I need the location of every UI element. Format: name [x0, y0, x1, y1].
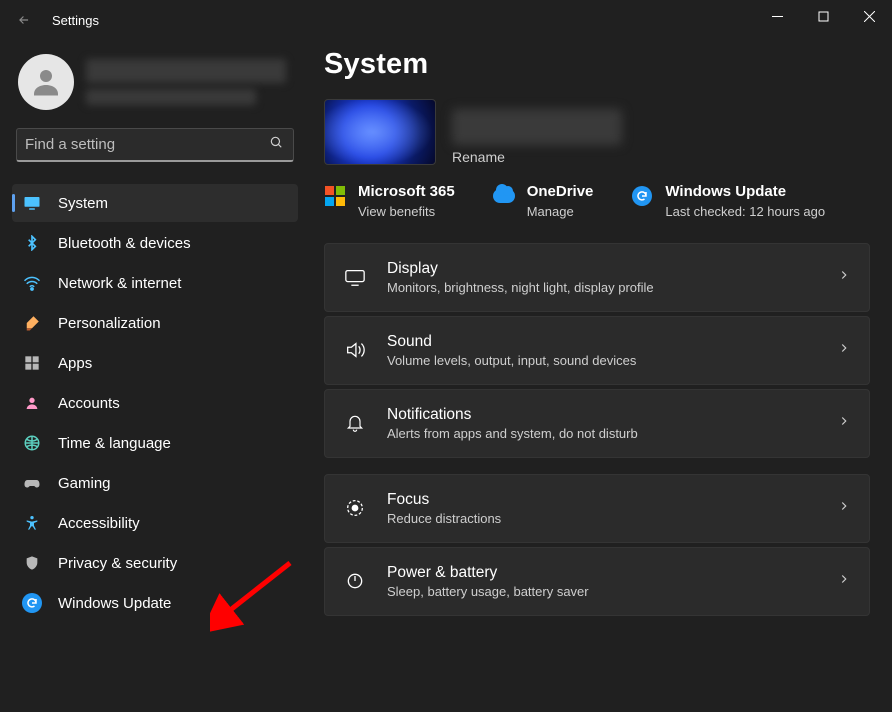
avatar	[18, 54, 74, 110]
sidebar-item-label: Personalization	[58, 315, 161, 332]
rename-link[interactable]: Rename	[452, 149, 622, 165]
sidebar-item-bluetooth[interactable]: Bluetooth & devices	[12, 224, 298, 262]
search-icon	[259, 135, 293, 154]
sidebar-item-label: Bluetooth & devices	[58, 235, 191, 252]
sidebar-item-apps[interactable]: Apps	[12, 344, 298, 382]
search-input[interactable]	[17, 136, 259, 153]
user-profile[interactable]	[0, 54, 310, 128]
search-box[interactable]	[16, 128, 294, 162]
focus-icon	[343, 496, 367, 520]
shield-icon	[22, 553, 42, 573]
card-sub: Reduce distractions	[387, 511, 817, 526]
device-name-redacted	[452, 109, 622, 145]
chevron-right-icon	[837, 341, 851, 360]
sidebar-item-windowsupdate[interactable]: Windows Update	[12, 584, 298, 622]
gamepad-icon	[22, 473, 42, 493]
sidebar-item-label: Gaming	[58, 475, 111, 492]
bell-icon	[343, 411, 367, 435]
sidebar-item-label: Apps	[58, 355, 92, 372]
update-icon	[22, 593, 42, 613]
apps-icon	[22, 353, 42, 373]
sidebar-item-accessibility[interactable]: Accessibility	[12, 504, 298, 542]
card-sub: Volume levels, output, input, sound devi…	[387, 353, 817, 368]
user-email-redacted	[86, 89, 256, 105]
sound-icon	[343, 338, 367, 362]
sidebar-item-gaming[interactable]: Gaming	[12, 464, 298, 502]
sidebar-item-privacy[interactable]: Privacy & security	[12, 544, 298, 582]
card-sub: Sleep, battery usage, battery saver	[387, 584, 817, 599]
sidebar-nav: System Bluetooth & devices Network & int…	[0, 178, 310, 622]
chevron-right-icon	[837, 572, 851, 591]
sidebar-item-network[interactable]: Network & internet	[12, 264, 298, 302]
minimize-button[interactable]	[754, 0, 800, 32]
card-title: Display	[387, 260, 817, 278]
quick-microsoft365[interactable]: Microsoft 365 View benefits	[324, 183, 455, 221]
maximize-button[interactable]	[800, 0, 846, 32]
bluetooth-icon	[22, 233, 42, 253]
onedrive-icon	[493, 185, 515, 207]
sidebar-item-time[interactable]: Time & language	[12, 424, 298, 462]
wifi-icon	[22, 273, 42, 293]
card-sub: Alerts from apps and system, do not dist…	[387, 426, 817, 441]
clock-globe-icon	[22, 433, 42, 453]
sidebar-item-label: Privacy & security	[58, 555, 177, 572]
sidebar-item-label: System	[58, 195, 108, 212]
sidebar-item-system[interactable]: System	[12, 184, 298, 222]
card-sound[interactable]: Sound Volume levels, output, input, soun…	[324, 316, 870, 385]
sidebar-item-label: Time & language	[58, 435, 171, 452]
user-name-redacted	[86, 59, 286, 83]
microsoft-logo-icon	[324, 185, 346, 207]
accessibility-icon	[22, 513, 42, 533]
sidebar-item-accounts[interactable]: Accounts	[12, 384, 298, 422]
sidebar-item-label: Windows Update	[58, 595, 171, 612]
card-title: Power & battery	[387, 564, 817, 582]
window-title: Settings	[52, 13, 99, 28]
card-sub: Monitors, brightness, night light, displ…	[387, 280, 817, 295]
chevron-right-icon	[837, 499, 851, 518]
card-focus[interactable]: Focus Reduce distractions	[324, 474, 870, 543]
card-display[interactable]: Display Monitors, brightness, night ligh…	[324, 243, 870, 312]
paintbrush-icon	[22, 313, 42, 333]
card-notifications[interactable]: Notifications Alerts from apps and syste…	[324, 389, 870, 458]
sidebar-item-label: Accessibility	[58, 515, 140, 532]
close-button[interactable]	[846, 0, 892, 32]
quick-title: Windows Update	[665, 183, 825, 200]
card-title: Sound	[387, 333, 817, 351]
card-title: Notifications	[387, 406, 817, 424]
card-power[interactable]: Power & battery Sleep, battery usage, ba…	[324, 547, 870, 616]
quick-sub: Last checked: 12 hours ago	[665, 204, 825, 221]
quick-onedrive[interactable]: OneDrive Manage	[493, 183, 594, 221]
chevron-right-icon	[837, 268, 851, 287]
update-icon	[631, 185, 653, 207]
page-heading: System	[324, 48, 870, 81]
sidebar-item-label: Network & internet	[58, 275, 181, 292]
monitor-icon	[22, 193, 42, 213]
power-icon	[343, 569, 367, 593]
quick-windowsupdate[interactable]: Windows Update Last checked: 12 hours ag…	[631, 183, 825, 221]
chevron-right-icon	[837, 414, 851, 433]
quick-title: Microsoft 365	[358, 183, 455, 200]
quick-title: OneDrive	[527, 183, 594, 200]
device-thumbnail	[324, 99, 436, 165]
quick-sub: Manage	[527, 204, 594, 219]
quick-sub: View benefits	[358, 204, 455, 219]
person-icon	[22, 393, 42, 413]
display-icon	[343, 265, 367, 289]
device-block: Rename	[324, 99, 870, 165]
sidebar-item-personalization[interactable]: Personalization	[12, 304, 298, 342]
back-button[interactable]	[14, 10, 34, 30]
sidebar-item-label: Accounts	[58, 395, 120, 412]
card-title: Focus	[387, 491, 817, 509]
